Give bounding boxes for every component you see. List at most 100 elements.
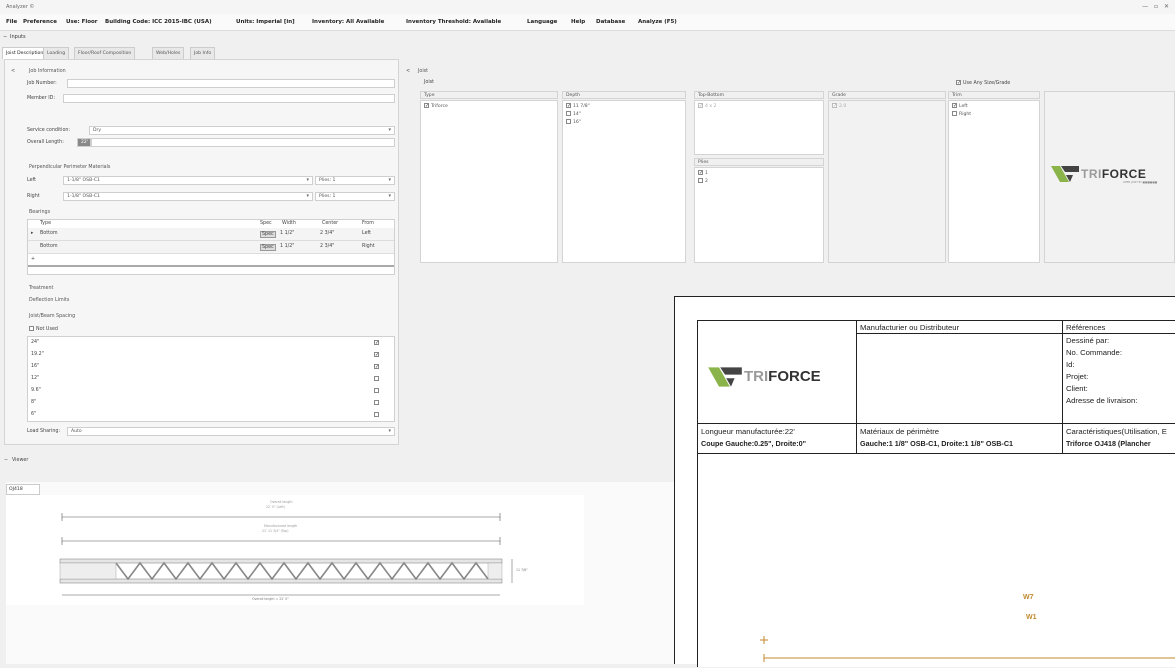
menu-use[interactable]: Use: Floor — [66, 19, 98, 25]
collapse-left-icon[interactable]: < — [11, 69, 15, 74]
menu-building-code[interactable]: Building Code: ICC 2015-IBC (USA) — [105, 19, 212, 25]
tab-joist-description[interactable]: Joist Description — [2, 47, 48, 59]
collapse-icon[interactable]: − — [3, 34, 7, 40]
spacing-item[interactable]: 16" ✓ — [28, 363, 388, 373]
menu-inventory[interactable]: Inventory: All Available — [312, 19, 384, 25]
window-controls[interactable]: — ▫ ✕ — [1142, 3, 1171, 10]
spacing-item[interactable]: 6" — [28, 411, 388, 421]
new-row[interactable]: + — [28, 254, 394, 267]
right-perimeter-select[interactable]: 1-1/8" OSB-C1 — [63, 192, 313, 201]
bearing-from[interactable]: Right — [362, 244, 375, 249]
spacing-item[interactable]: 8" — [28, 399, 388, 409]
left-perimeter-select[interactable]: 1-1/8" OSB-C1 — [63, 176, 313, 185]
depth-option[interactable]: 16" — [566, 119, 581, 125]
tab-job-info[interactable]: Job Info — [190, 47, 216, 59]
depth-list: ✓ 11 7/8" 14" 16" — [562, 100, 686, 263]
spec-button[interactable]: Spec — [260, 231, 276, 238]
reference-line: Projet: — [1066, 372, 1089, 381]
plies-option[interactable]: ✓ 1 — [698, 170, 708, 176]
bearings-header-from: From — [362, 221, 374, 226]
spec-button[interactable]: Spec — [260, 244, 276, 251]
member-id-input[interactable] — [63, 94, 395, 103]
triforce-mark-icon — [1051, 166, 1079, 182]
spacing-item[interactable]: 12" — [28, 375, 388, 385]
checkmark-icon[interactable]: ✓ — [374, 364, 379, 370]
menu-database[interactable]: Database — [596, 19, 625, 25]
use-any-checkbox[interactable]: ✓ Use Any Size/Grade — [956, 80, 1010, 86]
top-bottom-option-label: 4 x 2 — [705, 104, 717, 109]
tab-floor-roof[interactable]: Floor/Roof Composition — [74, 47, 136, 59]
collapse-right-icon[interactable]: < — [406, 69, 410, 74]
checkbox-icon[interactable] — [374, 388, 379, 393]
load-sharing-select[interactable]: Auto — [67, 427, 395, 436]
depth-label: 11 7/8" — [516, 568, 528, 572]
checkmark-icon[interactable]: ✓ — [374, 340, 379, 346]
checkbox-icon[interactable] — [374, 400, 379, 405]
depth-option[interactable]: ✓ 11 7/8" — [566, 103, 590, 109]
job-info-section[interactable]: Job Information — [29, 69, 66, 74]
inputs-header[interactable]: − Inputs — [0, 32, 1175, 43]
bearing-from[interactable]: Left — [362, 231, 371, 236]
menu-units[interactable]: Units: Imperial [in] — [236, 19, 295, 25]
menu-language[interactable]: Language — [527, 19, 557, 25]
checkmark-icon[interactable]: ✓ — [374, 352, 379, 358]
service-condition-select[interactable]: Dry — [89, 126, 395, 135]
tab-loading[interactable]: Loading — [43, 47, 70, 59]
tab-web-holes[interactable]: Web/Holes — [152, 47, 185, 59]
collapse-viewer-icon[interactable]: − — [4, 458, 8, 463]
depth-option[interactable]: 14" — [566, 111, 581, 117]
menu-analyze[interactable]: Analyze (F5) — [638, 19, 677, 25]
tab-oj418[interactable]: OJ418 — [6, 484, 40, 495]
type-option[interactable]: ✓ Triforce — [424, 103, 448, 109]
bearing-width[interactable]: 1 1/2" — [280, 231, 295, 236]
overall-length-input[interactable]: 22' — [77, 138, 91, 147]
deflection-section[interactable]: Deflection Limits — [29, 298, 69, 303]
spacing-item-label: 19.2" — [31, 352, 44, 357]
spacing-item-label: 6" — [31, 412, 37, 417]
joist-section[interactable]: Joist — [418, 69, 428, 74]
spacing-item[interactable]: 24" ✓ — [28, 339, 388, 349]
report-drawing-area: W7 W1 — [697, 453, 1175, 667]
spacing-item-label: 12" — [31, 376, 40, 381]
spacing-item[interactable]: 19.2" ✓ — [28, 351, 388, 361]
spacing-item[interactable]: 9.6" — [28, 387, 388, 397]
table-row[interactable]: Bottom Spec 1 1/2" 2 3/4" Right — [28, 241, 394, 254]
right-perimeter-label: Right — [27, 194, 40, 199]
materials-value: Gauche:1 1/8" OSB-C1, Droite:1 1/8" OSB-… — [860, 439, 1014, 448]
viewer-header[interactable]: − Viewer — [0, 455, 680, 467]
add-row-icon[interactable]: + — [31, 257, 35, 262]
bearing-center[interactable]: 2 3/4" — [320, 231, 335, 236]
perimeter-section[interactable]: Perpendicular Perimeter Materials — [29, 165, 110, 170]
trim-option[interactable]: ✓ Left — [952, 103, 968, 109]
table-row[interactable]: ▸ Bottom Spec 1 1/2" 2 3/4" Left — [28, 228, 394, 241]
grade-option[interactable]: ✓ 2.0 — [832, 103, 846, 109]
bearings-header-type: Type — [40, 221, 52, 226]
bearing-type[interactable]: Bottom — [40, 244, 58, 249]
bearings-section[interactable]: Bearings — [29, 210, 50, 215]
menu-preference[interactable]: Preference — [23, 19, 57, 25]
treatment-section[interactable]: Treatment — [29, 286, 53, 291]
overall-length-extra[interactable] — [91, 138, 395, 147]
menu-help[interactable]: Help — [571, 19, 585, 25]
spacing-section[interactable]: Joist/Beam Spacing — [29, 314, 75, 319]
menu-file[interactable]: File — [6, 19, 17, 25]
dim-top-label: Overall length — [270, 500, 293, 504]
right-plies-select[interactable]: Plies: 1 — [315, 192, 395, 201]
plies-option-label: 1 — [705, 171, 708, 176]
bearing-width[interactable]: 1 1/2" — [280, 244, 295, 249]
checkbox-icon[interactable] — [374, 412, 379, 417]
bearings-header-width: Width — [282, 221, 296, 226]
plies-option[interactable]: 2 — [698, 178, 708, 184]
job-number-input[interactable] — [67, 79, 395, 88]
left-plies-select[interactable]: Plies: 1 — [315, 176, 395, 185]
checkmark-icon: ✓ — [832, 103, 838, 109]
bearing-center[interactable]: 2 3/4" — [320, 244, 335, 249]
not-used-checkbox[interactable]: Not Used — [29, 326, 58, 332]
top-bottom-option[interactable]: ✓ 4 x 2 — [698, 103, 716, 109]
trim-option[interactable]: Right — [952, 111, 971, 117]
bearing-type[interactable]: Bottom — [40, 231, 58, 236]
length-line: Longueur manufacturée:22' — [701, 427, 795, 436]
checkbox-icon[interactable] — [374, 376, 379, 381]
report-joist-sketch — [760, 636, 1175, 662]
menu-inventory-threshold[interactable]: Inventory Threshold: Available — [406, 19, 501, 25]
